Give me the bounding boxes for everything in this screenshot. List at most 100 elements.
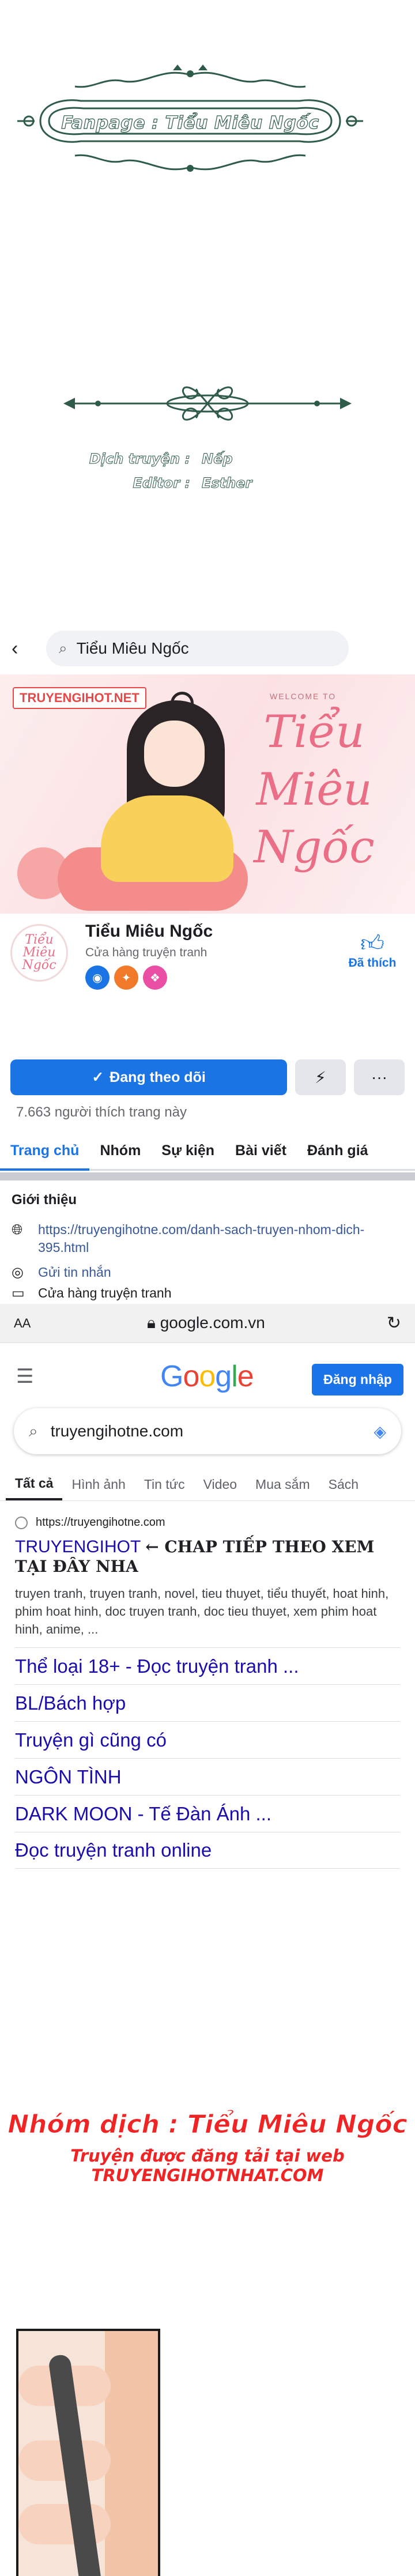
- messenger-button[interactable]: ⚡︎: [295, 1059, 346, 1095]
- scanlation-header: Fanpage : Tiểu Miêu Ngốc Dịch truyện : N…: [0, 0, 415, 623]
- following-label: Đang theo dõi: [110, 1069, 206, 1085]
- magnifier-icon: [171, 692, 194, 715]
- section-divider: [0, 1172, 415, 1180]
- sitelink[interactable]: Truyện gì cũng có: [15, 1721, 400, 1758]
- check-icon: ✓: [92, 1069, 104, 1085]
- tab-images[interactable]: Hình ảnh: [62, 1469, 134, 1500]
- sitelink[interactable]: NGÔN TÌNH: [15, 1758, 400, 1795]
- globe-badge-icon: ◉: [85, 965, 110, 990]
- search-icon: ⌕: [29, 1421, 38, 1440]
- fb-top-bar: ‹ ⌕ Tiểu Miêu Ngốc: [0, 623, 415, 674]
- reader-mode-button[interactable]: AA: [14, 1316, 95, 1331]
- illustration-face: [144, 721, 205, 787]
- intro-shop-label: Cửa hàng truyện tranh: [38, 1285, 172, 1300]
- tab-shopping[interactable]: Mua sắm: [246, 1469, 319, 1500]
- search-query: truyengihotne.com: [50, 1422, 184, 1440]
- tab-news[interactable]: Tin tức: [135, 1469, 194, 1500]
- fanpage-label: Fanpage : Tiểu Miêu Ngốc: [61, 112, 319, 133]
- shop-icon: ▭: [12, 1285, 25, 1301]
- badge-row: ◉ ✦ ❖: [85, 965, 167, 990]
- more-dots-icon: ···: [371, 1068, 387, 1086]
- messenger-icon: ◎: [12, 1265, 24, 1280]
- following-button[interactable]: ✓ Đang theo dõi: [10, 1059, 287, 1095]
- sitelink[interactable]: Đọc truyện tranh online: [15, 1832, 400, 1869]
- credit-row: Dịch truyện : Nếp: [69, 447, 252, 471]
- result-title-text: TRUYENGIHOT: [15, 1537, 141, 1556]
- tab-all[interactable]: Tất cả: [6, 1469, 63, 1500]
- globe-icon: 🌐︎: [12, 1222, 23, 1238]
- like-label: Đã thích: [348, 956, 397, 970]
- page-category: Cửa hàng truyện tranh: [85, 946, 207, 959]
- result-site[interactable]: https://truyengihotne.com: [15, 1516, 400, 1529]
- sitelink[interactable]: Thể loại 18+ - Đọc truyện tranh ...: [15, 1647, 400, 1684]
- more-button[interactable]: ···: [354, 1059, 405, 1095]
- search-result: https://truyengihotne.com TRUYENGIHOT ← …: [0, 1508, 415, 1869]
- result-title[interactable]: TRUYENGIHOT ← CHAP TIẾP THEO XEM TẠI ĐÂY…: [15, 1537, 400, 1576]
- google-tabs: Tất cả Hình ảnh Tin tức Video Mua sắm Sá…: [0, 1469, 415, 1501]
- sign-in-button[interactable]: Đăng nhập: [312, 1364, 403, 1396]
- url-text: google.com.vn: [160, 1314, 265, 1332]
- star-badge-icon: ✦: [114, 965, 138, 990]
- finger-shape: [18, 2504, 111, 2544]
- cover-welcome: WELCOME TO: [270, 692, 337, 701]
- fb-search-bar[interactable]: ⌕ Tiểu Miêu Ngốc: [46, 631, 349, 666]
- tab-posts[interactable]: Bài viết: [225, 1133, 297, 1169]
- google-logo[interactable]: Google: [160, 1359, 254, 1394]
- sleeve-shape: [105, 2331, 158, 2576]
- avatar[interactable]: Tiểu Miêu Ngốc: [10, 924, 68, 982]
- tab-video[interactable]: Video: [194, 1469, 246, 1500]
- favicon-icon: [15, 1516, 28, 1529]
- intro-link-row: 🌐︎ https://truyengihotne.com/danh-sach-t…: [12, 1221, 390, 1257]
- credit-name: Esther: [201, 475, 252, 492]
- likes-count: 7.663 người thích trang này: [16, 1104, 187, 1120]
- intro-title: Giới thiệu: [12, 1192, 77, 1208]
- page-actions: ✓ Đang theo dõi ⚡︎ ···: [10, 1059, 405, 1095]
- sitelink[interactable]: BL/Bách hợp: [15, 1684, 400, 1721]
- camera-icon[interactable]: ◈: [373, 1422, 386, 1441]
- google-header: ☰ Google Đăng nhập: [0, 1351, 415, 1403]
- flourish-icon: [63, 386, 352, 421]
- tab-groups[interactable]: Nhóm: [89, 1133, 151, 1169]
- cover-site-badge: TRUYENGIHOT.NET: [13, 687, 146, 709]
- browser-address-bar: AA 🔒︎ google.com.vn ↻: [0, 1304, 415, 1343]
- illustration-body: [101, 795, 233, 882]
- cover-photo: TRUYENGIHOT.NET WELCOME TO Tiểu Miêu Ngố…: [0, 674, 415, 914]
- comic-panel: [16, 2329, 160, 2576]
- tab-events[interactable]: Sự kiện: [151, 1133, 225, 1169]
- reload-icon[interactable]: ↻: [387, 1313, 401, 1333]
- page-tabs: Trang chủ Nhóm Sự kiện Bài viết Đánh giá: [0, 1133, 415, 1171]
- messenger-icon: ⚡︎: [315, 1068, 326, 1087]
- url-field[interactable]: 🔒︎ google.com.vn: [95, 1314, 318, 1333]
- menu-icon[interactable]: ☰: [16, 1365, 33, 1388]
- group-credit: Nhóm dịch : Tiểu Miêu Ngốc Truyện được đ…: [0, 2110, 415, 2186]
- google-search-box[interactable]: ⌕ truyengihotne.com ◈: [14, 1408, 401, 1454]
- cover-title-art: Tiểu Miêu Ngốc: [254, 706, 375, 873]
- ornament-divider: [63, 369, 352, 438]
- intro-message-row: ◎ Gửi tin nhắn: [12, 1264, 111, 1281]
- search-icon: ⌕: [59, 639, 67, 657]
- tab-books[interactable]: Sách: [319, 1469, 368, 1500]
- lock-icon: 🔒︎: [147, 1314, 160, 1332]
- tab-home[interactable]: Trang chủ: [0, 1133, 90, 1171]
- fb-search-text: Tiểu Miêu Ngốc: [76, 639, 189, 657]
- sitelink[interactable]: DARK MOON - Tế Đàn Ánh ...: [15, 1795, 400, 1832]
- back-arrow-icon[interactable]: ‹: [12, 638, 46, 660]
- fanpage-banner: Fanpage : Tiểu Miêu Ngốc: [17, 63, 363, 179]
- credit-row: Editor : Esther: [69, 471, 252, 495]
- group-name: Nhóm dịch : Tiểu Miêu Ngốc: [7, 2110, 408, 2140]
- publish-notice: Truyện được đăng tải tại web TRUYENGIHOT…: [70, 2146, 345, 2185]
- page-profile: Tiểu Miêu Ngốc Tiểu Miêu Ngốc Cửa hàng t…: [0, 914, 415, 1014]
- credit-role: Dịch truyện :: [89, 451, 190, 467]
- credit-role: Editor :: [133, 475, 191, 492]
- translation-credits: Dịch truyện : Nếp Editor : Esther: [69, 447, 252, 495]
- tab-reviews[interactable]: Đánh giá: [297, 1133, 379, 1169]
- result-snippet: truyen tranh, truyen tranh, novel, tieu …: [15, 1586, 389, 1636]
- intro-message-link[interactable]: Gửi tin nhắn: [38, 1264, 111, 1281]
- gift-badge-icon: ❖: [143, 965, 167, 990]
- intro-shop-row: ▭ Cửa hàng truyện tranh: [12, 1284, 171, 1302]
- intro-website-link[interactable]: https://truyengihotne.com/danh-sach-truy…: [38, 1221, 390, 1257]
- thumbs-up-icon: 👍︎: [360, 931, 384, 956]
- like-button[interactable]: 👍︎ Đã thích: [344, 931, 401, 970]
- avatar-text: Tiểu Miêu Ngốc: [22, 933, 56, 972]
- page-name[interactable]: Tiểu Miêu Ngốc: [85, 922, 213, 941]
